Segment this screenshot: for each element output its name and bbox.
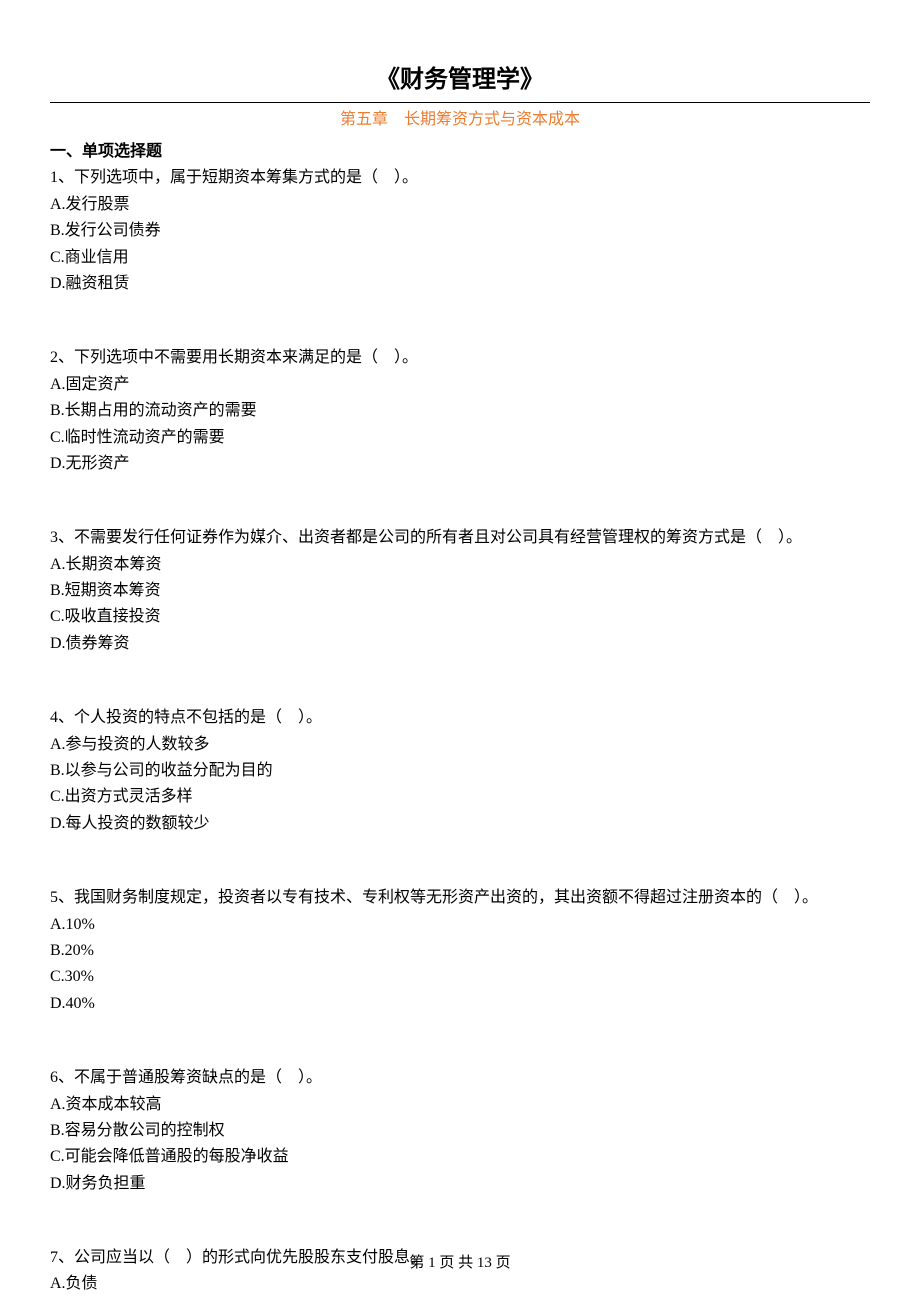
question-stem: 5、我国财务制度规定，投资者以专有技术、专利权等无形资产出资的，其出资额不得超过… [50,885,870,911]
question-option: C.30% [50,964,870,990]
question-block: 1、下列选项中，属于短期资本筹集方式的是（ ）。 A.发行股票 B.发行公司债券… [50,165,870,297]
question-option: C.可能会降低普通股的每股净收益 [50,1144,870,1170]
question-option: B.以参与公司的收益分配为目的 [50,758,870,784]
question-option: C.商业信用 [50,245,870,271]
question-block: 2、下列选项中不需要用长期资本来满足的是（ ）。 A.固定资产 B.长期占用的流… [50,345,870,477]
question-block: 3、不需要发行任何证券作为媒介、出资者都是公司的所有者且对公司具有经营管理权的筹… [50,525,870,657]
question-option: B.容易分散公司的控制权 [50,1118,870,1144]
question-option: B.发行公司债券 [50,218,870,244]
question-block: 6、不属于普通股筹资缺点的是（ ）。 A.资本成本较高 B.容易分散公司的控制权… [50,1065,870,1197]
question-option: C.吸收直接投资 [50,604,870,630]
question-option: D.融资租赁 [50,271,870,297]
question-block: 5、我国财务制度规定，投资者以专有技术、专利权等无形资产出资的，其出资额不得超过… [50,885,870,1017]
question-block: 4、个人投资的特点不包括的是（ ）。 A.参与投资的人数较多 B.以参与公司的收… [50,705,870,837]
question-stem: 3、不需要发行任何证券作为媒介、出资者都是公司的所有者且对公司具有经营管理权的筹… [50,525,870,551]
question-option: A.固定资产 [50,372,870,398]
question-stem: 2、下列选项中不需要用长期资本来满足的是（ ）。 [50,345,870,371]
question-stem: 6、不属于普通股筹资缺点的是（ ）。 [50,1065,870,1091]
question-option: B.长期占用的流动资产的需要 [50,398,870,424]
question-stem: 1、下列选项中，属于短期资本筹集方式的是（ ）。 [50,165,870,191]
question-option: D.无形资产 [50,451,870,477]
question-option: B.短期资本筹资 [50,578,870,604]
question-option: D.40% [50,991,870,1017]
question-option: D.每人投资的数额较少 [50,811,870,837]
page-footer: 第 1 页 共 13 页 [0,1251,920,1276]
title-divider [50,102,870,103]
question-option: A.发行股票 [50,192,870,218]
question-option: A.参与投资的人数较多 [50,732,870,758]
question-option: A.资本成本较高 [50,1092,870,1118]
question-option: C.出资方式灵活多样 [50,784,870,810]
question-option: D.债券筹资 [50,631,870,657]
question-stem: 4、个人投资的特点不包括的是（ ）。 [50,705,870,731]
question-option: A.长期资本筹资 [50,552,870,578]
document-title: 《财务管理学》 [50,60,870,100]
section-heading: 一、单项选择题 [50,139,870,165]
chapter-subtitle: 第五章 长期筹资方式与资本成本 [50,107,870,133]
question-option: C.临时性流动资产的需要 [50,425,870,451]
question-option: B.20% [50,938,870,964]
question-option: A.10% [50,912,870,938]
question-option: D.财务负担重 [50,1171,870,1197]
